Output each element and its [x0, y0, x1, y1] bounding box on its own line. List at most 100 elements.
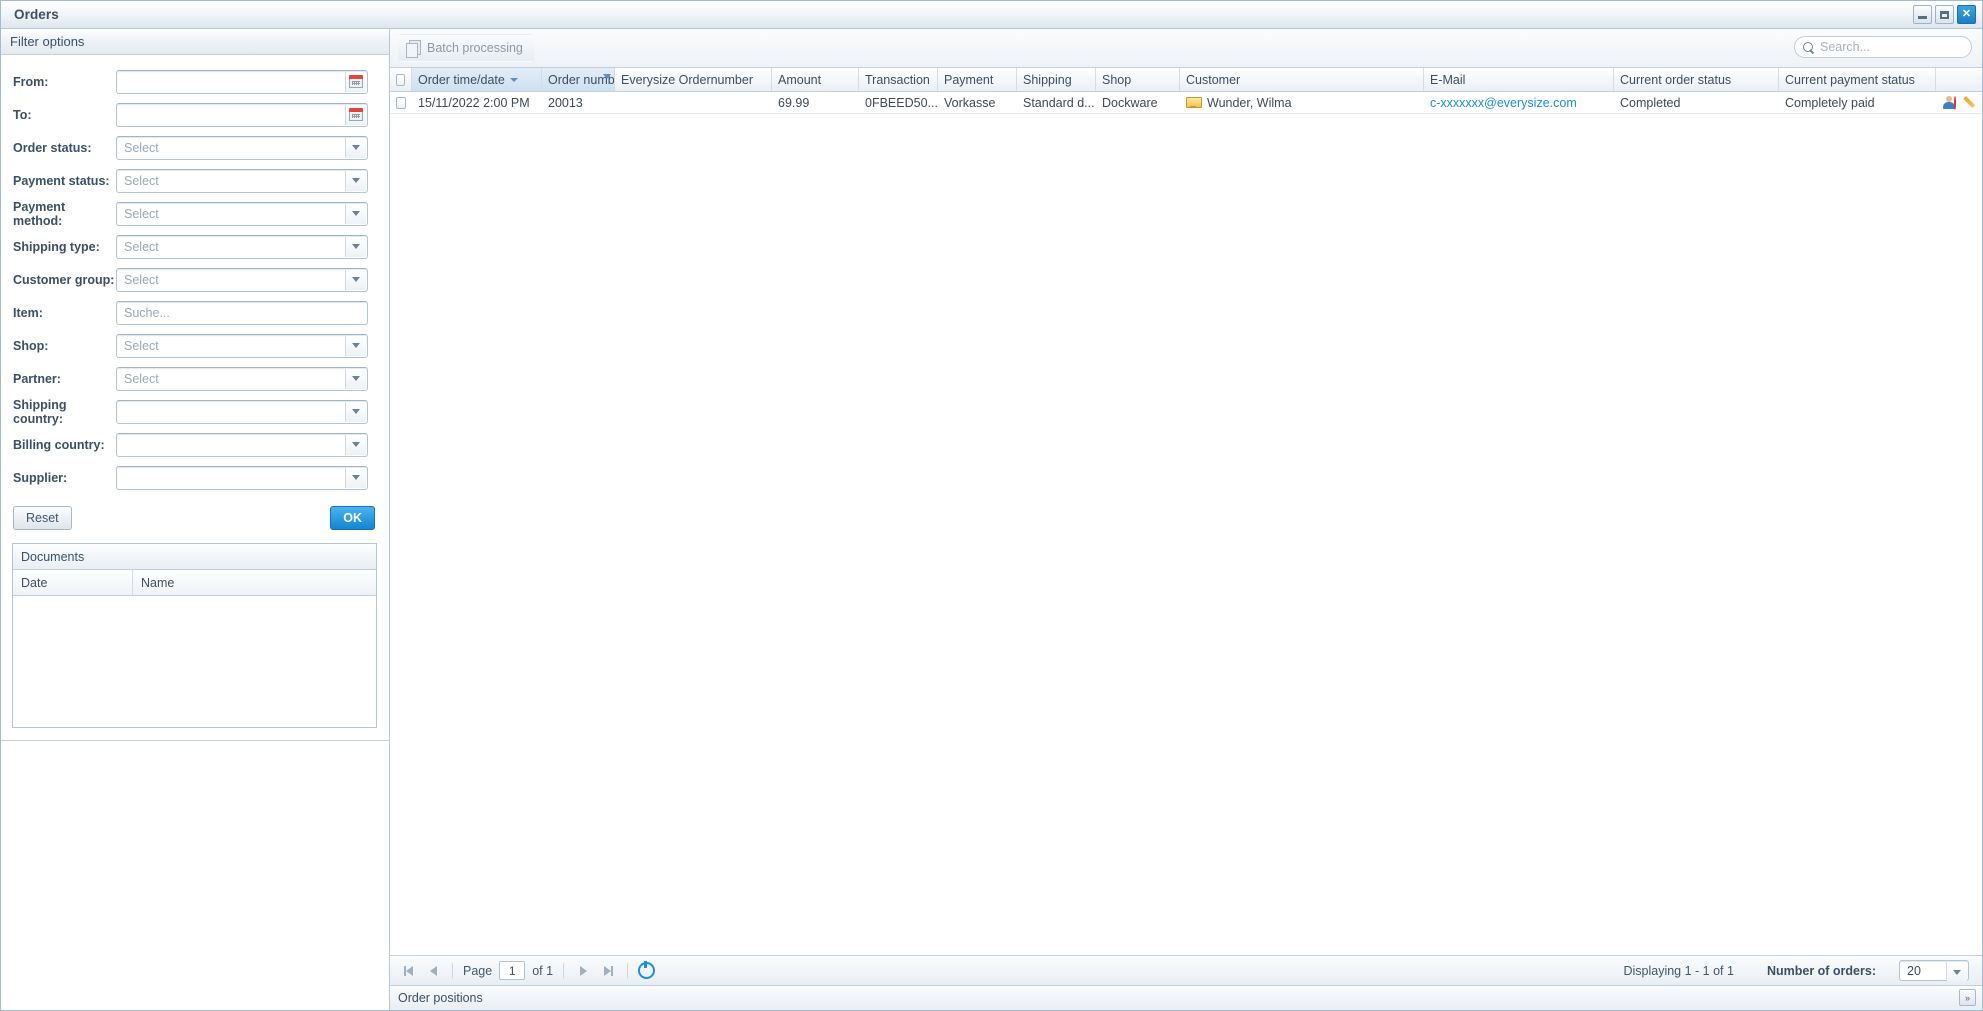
column-header-payment-status[interactable]: Current payment status: [1779, 68, 1936, 91]
column-label-everysize-ordernumber: Everysize Ordernumber: [621, 72, 753, 87]
filter-row-from: From:: [1, 65, 389, 98]
label-shop: Shop:: [13, 338, 49, 353]
chevron-down-icon[interactable]: [345, 269, 366, 290]
label-payment-status: Payment status:: [13, 173, 110, 188]
column-label-shop: Shop: [1102, 72, 1132, 87]
page-total-label: of 1: [532, 963, 554, 978]
search-input[interactable]: Search...: [1794, 36, 1972, 58]
maximize-icon[interactable]: [1935, 5, 1954, 24]
minimize-icon[interactable]: [1913, 5, 1932, 24]
grid-header-row: Order time/date Order numb Everysize Ord…: [390, 68, 1982, 92]
orders-window: Orders ✕ Filter options From: To: Order …: [0, 0, 1983, 1011]
cell-shipping: Standard d...: [1023, 95, 1095, 110]
first-page-icon[interactable]: [399, 962, 417, 980]
from-date-input[interactable]: [116, 69, 368, 94]
chevron-down-icon[interactable]: [603, 74, 611, 79]
grid-toolbar: Batch processing Search...: [390, 29, 1982, 68]
row-select-cell[interactable]: [390, 92, 412, 113]
select-all-header[interactable]: [390, 68, 412, 91]
column-header-everysize-ordernumber[interactable]: Everysize Ordernumber: [615, 68, 772, 91]
filter-row-to: To:: [1, 98, 389, 131]
billing-country-select[interactable]: [116, 432, 368, 457]
close-icon[interactable]: ✕: [1957, 5, 1976, 24]
to-date-input[interactable]: [116, 102, 368, 127]
pager-toolbar: Page 1 of 1 Displaying 1 - 1 of 1 Number…: [390, 955, 1982, 985]
chevron-down-icon[interactable]: [345, 203, 366, 224]
cell-email: c-xxxxxxx@everysize.com: [1424, 92, 1614, 113]
row-checkbox[interactable]: [396, 96, 406, 109]
item-search-input[interactable]: Suche...: [116, 300, 368, 325]
supplier-select[interactable]: [116, 465, 368, 490]
shop-select[interactable]: Select: [116, 333, 368, 358]
shipping-type-select[interactable]: Select: [116, 234, 368, 259]
batch-processing-icon: [406, 40, 421, 58]
orders-grid: Order time/date Order numb Everysize Ord…: [390, 68, 1982, 955]
edit-pencil-icon[interactable]: [1965, 95, 1968, 110]
column-header-shipping[interactable]: Shipping: [1017, 68, 1096, 91]
payment-status-select[interactable]: Select: [116, 168, 368, 193]
documents-header: Date Name: [13, 570, 376, 596]
order-status-select[interactable]: Select: [116, 135, 368, 160]
column-header-order-number[interactable]: Order numb: [542, 68, 615, 91]
batch-processing-button[interactable]: Batch processing: [398, 34, 534, 62]
column-header-order-status[interactable]: Current order status: [1614, 68, 1779, 91]
chevron-down-icon[interactable]: [345, 434, 366, 455]
chevron-down-icon[interactable]: [345, 137, 366, 158]
number-of-orders-select[interactable]: 20: [1899, 960, 1969, 982]
partner-select[interactable]: Select: [116, 366, 368, 391]
customer-monitor-icon: [1186, 97, 1202, 108]
payment-method-select[interactable]: Select: [116, 201, 368, 226]
ok-button[interactable]: OK: [330, 506, 375, 530]
customer-group-select[interactable]: Select: [116, 267, 368, 292]
column-header-actions: [1936, 68, 1982, 91]
cell-shop: Dockware: [1102, 95, 1158, 110]
column-header-customer[interactable]: Customer: [1180, 68, 1424, 91]
order-positions-bar: Order positions »: [390, 985, 1982, 1010]
page-number-input[interactable]: 1: [499, 961, 526, 980]
pager-divider: [563, 963, 565, 978]
cell-amount: 69.99: [778, 95, 810, 110]
select-all-checkbox[interactable]: [396, 73, 405, 86]
last-page-icon[interactable]: [599, 962, 617, 980]
order-status-value: Select: [124, 140, 159, 155]
payment-method-value: Select: [124, 206, 159, 221]
column-label-payment-status: Current payment status: [1785, 72, 1915, 87]
column-header-order-time[interactable]: Order time/date: [412, 68, 542, 91]
chevron-down-icon[interactable]: [345, 236, 366, 257]
chevron-down-icon[interactable]: [1946, 962, 1967, 982]
documents-title: Documents: [13, 544, 376, 570]
email-link[interactable]: c-xxxxxxx@everysize.com: [1430, 96, 1577, 110]
order-positions-label: Order positions: [398, 991, 483, 1005]
window-controls: ✕: [1913, 5, 1976, 24]
label-supplier: Supplier:: [13, 470, 68, 485]
table-row[interactable]: 15/11/2022 2:00 PM 20013 69.99 0FBEED50.…: [390, 92, 1982, 114]
column-header-email[interactable]: E-Mail: [1424, 68, 1614, 91]
shipping-country-select[interactable]: [116, 399, 368, 424]
payment-status-value: Select: [124, 173, 159, 188]
label-partner: Partner:: [13, 371, 61, 386]
column-label-order-time: Order time/date: [418, 72, 505, 87]
calendar-icon[interactable]: [345, 71, 366, 92]
column-header-amount[interactable]: Amount: [772, 68, 859, 91]
chevron-down-icon[interactable]: [345, 170, 366, 191]
label-billing-country: Billing country:: [13, 437, 105, 452]
documents-col-name[interactable]: Name: [133, 570, 376, 595]
expand-collapse-icon[interactable]: »: [1959, 989, 1976, 1006]
reset-button[interactable]: Reset: [13, 506, 72, 530]
calendar-icon[interactable]: [345, 104, 366, 125]
refresh-icon[interactable]: [638, 961, 656, 979]
customer-account-icon[interactable]: [1942, 95, 1954, 110]
chevron-down-icon[interactable]: [345, 467, 366, 488]
chevron-down-icon[interactable]: [345, 335, 366, 356]
next-page-icon[interactable]: [574, 962, 592, 980]
previous-page-icon[interactable]: [424, 962, 442, 980]
batch-processing-label: Batch processing: [427, 41, 523, 55]
chevron-down-icon[interactable]: [345, 401, 366, 422]
column-header-payment[interactable]: Payment: [938, 68, 1017, 91]
column-header-shop[interactable]: Shop: [1096, 68, 1180, 91]
documents-col-date[interactable]: Date: [13, 570, 133, 595]
column-header-transaction[interactable]: Transaction: [859, 68, 938, 91]
column-label-email: E-Mail: [1430, 72, 1466, 87]
chevron-down-icon[interactable]: [345, 368, 366, 389]
delete-icon[interactable]: [1953, 95, 1964, 110]
